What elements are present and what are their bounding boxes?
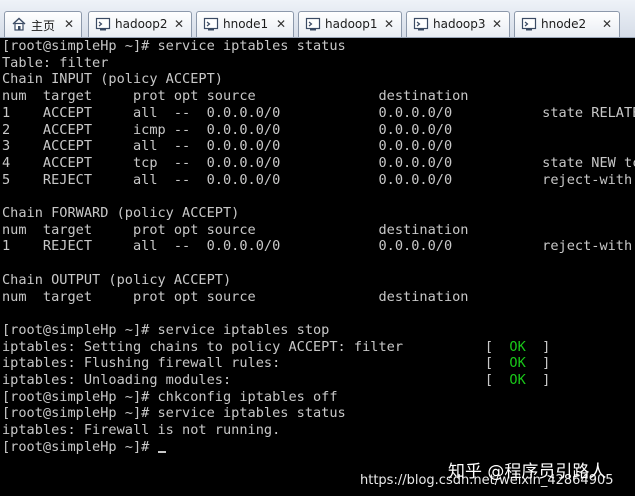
terminal-line: 5 REJECT all -- 0.0.0.0/0 0.0.0.0/0 reje… xyxy=(2,171,633,188)
ssh-client-window: 主页 ✕ hadoop2 ✕ hnode1 ✕ hadoop1 ✕ hadoop… xyxy=(0,0,635,496)
terminal-line: num target prot opt source destination xyxy=(2,88,469,105)
close-icon[interactable]: ✕ xyxy=(276,16,286,32)
tab-label: 主页 xyxy=(31,19,56,33)
terminal-line: Chain OUTPUT (policy ACCEPT) xyxy=(2,271,232,288)
terminal-line: Table: filter xyxy=(2,54,109,71)
terminal-line: 2 ACCEPT icmp -- 0.0.0.0/0 0.0.0.0/0 xyxy=(2,121,453,138)
terminal-line: 4 ACCEPT tcp -- 0.0.0.0/0 0.0.0.0/0 stat… xyxy=(2,154,635,171)
terminal-output[interactable]: [root@simpleHp ~]# service iptables stat… xyxy=(0,38,635,458)
terminal-line: [root@simpleHp ~]# service iptables stat… xyxy=(2,38,346,54)
terminal-line: [root@simpleHp ~]# service iptables stop xyxy=(2,321,330,338)
terminal-prompt: [root@simpleHp ~]# xyxy=(2,438,158,455)
terminal-icon xyxy=(203,17,219,31)
terminal-line: iptables: Setting chains to policy ACCEP… xyxy=(2,338,551,355)
terminal-icon xyxy=(413,17,429,31)
tab-hnode2[interactable]: hnode2 ✕ xyxy=(514,11,620,37)
ok-status: OK xyxy=(509,338,526,355)
terminal-line: 3 ACCEPT all -- 0.0.0.0/0 0.0.0.0/0 xyxy=(2,138,453,155)
close-icon[interactable]: ✕ xyxy=(602,16,612,32)
terminal-line: 1 REJECT all -- 0.0.0.0/0 0.0.0.0/0 reje… xyxy=(2,238,633,255)
terminal-line: iptables: Flushing firewall rules: [ OK … xyxy=(2,355,551,372)
tab-bar: 主页 ✕ hadoop2 ✕ hnode1 ✕ hadoop1 ✕ hadoop… xyxy=(0,0,635,38)
tab-hadoop1[interactable]: hadoop1 ✕ xyxy=(298,11,402,37)
terminal-line: Chain INPUT (policy ACCEPT) xyxy=(2,71,223,88)
terminal-line: iptables: Firewall is not running. xyxy=(2,422,281,439)
ok-status: OK xyxy=(509,372,526,388)
tab-label: hadoop1 xyxy=(325,17,378,31)
terminal-line: 1 ACCEPT all -- 0.0.0.0/0 0.0.0.0/0 stat… xyxy=(2,104,635,121)
terminal-icon xyxy=(95,17,111,31)
terminal-line: Chain FORWARD (policy ACCEPT) xyxy=(2,205,240,221)
terminal-line: num target prot opt source destination xyxy=(2,288,469,305)
text-cursor xyxy=(157,450,166,453)
tab-hadoop3[interactable]: hadoop3 ✕ xyxy=(406,11,510,37)
close-icon[interactable]: ✕ xyxy=(64,16,74,32)
tab-label: hnode1 xyxy=(223,17,269,31)
watermark-url: https://blog.csdn.net/weixin_42864905 xyxy=(360,473,614,488)
terminal-icon xyxy=(305,17,321,31)
tab-hnode1[interactable]: hnode1 ✕ xyxy=(196,11,294,37)
terminal-prompt-line[interactable]: [root@simpleHp ~]# xyxy=(2,439,166,456)
home-icon xyxy=(12,17,26,31)
terminal-line: num target prot opt source destination xyxy=(2,221,469,238)
tab-home[interactable]: 主页 ✕ xyxy=(4,11,82,37)
terminal-icon xyxy=(521,17,537,31)
tab-label: hnode2 xyxy=(541,17,587,31)
tab-label: hadoop2 xyxy=(115,17,168,31)
close-icon[interactable]: ✕ xyxy=(174,16,184,32)
terminal-line: iptables: Unloading modules: [ OK ] xyxy=(2,372,551,388)
tab-hadoop2[interactable]: hadoop2 ✕ xyxy=(88,11,192,37)
terminal-line: [root@simpleHp ~]# service iptables stat… xyxy=(2,405,346,422)
close-icon[interactable]: ✕ xyxy=(384,16,394,32)
tab-label: hadoop3 xyxy=(433,17,486,31)
ok-status: OK xyxy=(509,355,526,372)
terminal-line: [root@simpleHp ~]# chkconfig iptables of… xyxy=(2,388,338,405)
close-icon[interactable]: ✕ xyxy=(492,16,502,32)
